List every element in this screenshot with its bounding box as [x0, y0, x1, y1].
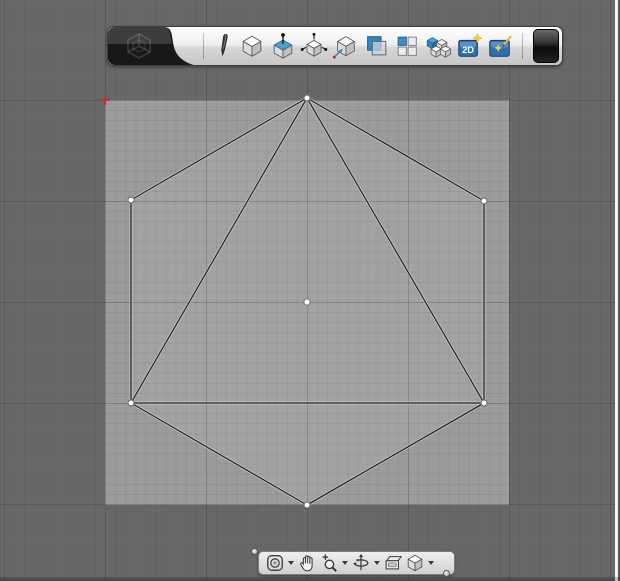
grouping-button[interactable]	[424, 30, 452, 62]
sketch-vertex-handle[interactable]	[480, 197, 488, 205]
toolbar-tools-row: 2D	[196, 27, 530, 65]
orbit-button[interactable]	[351, 552, 371, 574]
press-pull-icon	[273, 33, 292, 59]
pattern-button[interactable]	[393, 30, 421, 62]
zoom-icon	[322, 554, 337, 572]
2d-badge-label: 2D	[462, 45, 474, 55]
transform-move-icon	[300, 32, 327, 57]
transform-move-button[interactable]	[300, 30, 328, 62]
toolbar-endcap[interactable]	[533, 29, 559, 63]
sketch-vertex-handle[interactable]	[480, 399, 488, 407]
toolbar-separator	[203, 33, 204, 59]
view-cube-dropdown-caret[interactable]	[428, 561, 434, 565]
sketch-vertex-handle[interactable]	[127, 196, 135, 204]
press-pull-button[interactable]	[269, 30, 297, 62]
app-menu-tab[interactable]	[108, 27, 194, 65]
navbar-grip-handle[interactable]	[251, 548, 258, 555]
window-edge-bottom	[0, 577, 620, 581]
sketch-pen-button[interactable]	[213, 30, 235, 62]
grouping-icon	[426, 37, 451, 58]
view-cube-icon	[407, 554, 423, 572]
combine-icon	[366, 36, 386, 56]
orbit-icon	[353, 553, 369, 571]
sketch-vertex-handle[interactable]	[127, 399, 135, 407]
orbit-dropdown-caret[interactable]	[374, 561, 380, 565]
pan-button[interactable]	[297, 552, 317, 574]
fit-view-button[interactable]	[265, 552, 285, 574]
sketch-2d-icon: 2D	[457, 32, 483, 57]
sketch-canvas[interactable]	[0, 0, 620, 581]
look-at-icon	[385, 556, 403, 570]
snap-button[interactable]	[331, 30, 359, 62]
primitive-cube-icon	[242, 35, 261, 57]
view-cube-button[interactable]	[405, 552, 425, 574]
pattern-icon	[397, 36, 417, 56]
sketch-vertex-handle[interactable]	[303, 94, 311, 102]
sketch-pen-icon	[220, 34, 228, 57]
look-at-button[interactable]	[383, 552, 403, 574]
grid-origin-point[interactable]	[303, 298, 311, 306]
snap-icon	[332, 36, 355, 59]
render-button[interactable]	[486, 30, 514, 62]
main-toolbar: 2D	[107, 26, 563, 66]
navbar-grip-handle[interactable]	[443, 570, 450, 577]
fit-view-icon	[267, 555, 283, 571]
modeling-app-window: 2D	[0, 0, 620, 581]
fit-view-dropdown-caret[interactable]	[288, 561, 294, 565]
primitive-cube-button[interactable]	[238, 30, 266, 62]
render-icon	[488, 35, 512, 57]
view-navigation-bar	[251, 548, 455, 577]
sketch-vertex-handle[interactable]	[303, 501, 311, 509]
toolbar-separator	[522, 33, 523, 59]
zoom-button[interactable]	[319, 552, 339, 574]
zoom-dropdown-caret[interactable]	[342, 561, 348, 565]
sketch-2d-button[interactable]: 2D	[455, 30, 483, 62]
combine-button[interactable]	[362, 30, 390, 62]
pan-hand-icon	[300, 555, 313, 572]
